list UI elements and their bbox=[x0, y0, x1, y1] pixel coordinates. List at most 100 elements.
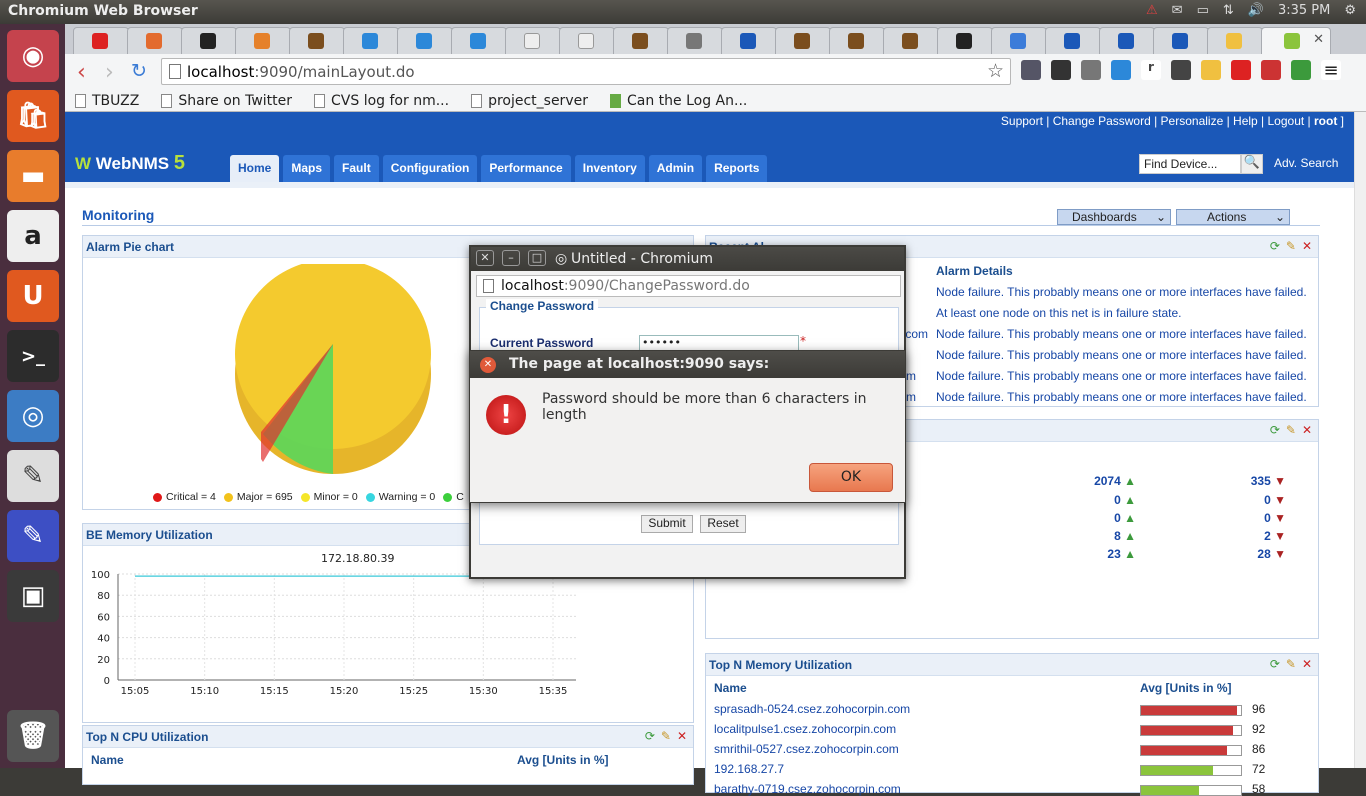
browser-tab[interactable] bbox=[991, 27, 1047, 54]
browser-tab[interactable] bbox=[1207, 27, 1263, 54]
clock[interactable]: 3:35 PM bbox=[1278, 3, 1330, 18]
refresh-icon[interactable]: ⟳ bbox=[1270, 657, 1280, 671]
browser-tab[interactable] bbox=[181, 27, 237, 54]
browser-tab[interactable] bbox=[937, 27, 993, 54]
edit-icon[interactable]: ✎ bbox=[1286, 239, 1296, 253]
dashboards-dropdown[interactable]: Dashboards ⌄ bbox=[1057, 209, 1171, 225]
ubuntu-dash-icon[interactable]: ◉ bbox=[7, 30, 59, 82]
reload-icon[interactable]: ↻ bbox=[131, 60, 147, 82]
amazon-icon[interactable]: a bbox=[7, 210, 59, 262]
tab-maps[interactable]: Maps bbox=[283, 155, 331, 182]
text-editor-icon[interactable]: ✎ bbox=[7, 450, 59, 502]
alarm-source-partial[interactable]: m bbox=[906, 390, 916, 404]
car-extension-icon[interactable] bbox=[1261, 60, 1281, 80]
tab-admin[interactable]: Admin bbox=[648, 155, 703, 182]
browser-tab[interactable] bbox=[829, 27, 885, 54]
browser-tab[interactable] bbox=[613, 27, 669, 54]
close-icon[interactable]: ✕ bbox=[1302, 239, 1312, 253]
minimize-window-icon[interactable]: – bbox=[502, 250, 520, 266]
browser-tab[interactable] bbox=[343, 27, 399, 54]
alarm-row[interactable]: Node failure. This probably means one or… bbox=[936, 390, 1307, 404]
settings-gear-icon[interactable]: ⚙ bbox=[1344, 3, 1356, 18]
browser-tab[interactable] bbox=[559, 27, 615, 54]
ok-button[interactable]: OK bbox=[809, 463, 893, 492]
bookmark-star-icon[interactable]: ☆ bbox=[987, 60, 1004, 82]
edit-icon[interactable]: ✎ bbox=[1286, 657, 1296, 671]
memory-row-name[interactable]: barathy-0719.csez.zohocorpin.com bbox=[714, 782, 901, 796]
back-icon[interactable]: ‹ bbox=[77, 60, 86, 85]
alarm-row[interactable]: At least one node on this net is in fail… bbox=[936, 306, 1181, 320]
top-links[interactable]: Support | Change Password | Personalize … bbox=[1001, 114, 1344, 128]
close-window-icon[interactable]: ✕ bbox=[476, 250, 494, 266]
bookmark-item[interactable]: Can the Log An... bbox=[609, 93, 747, 109]
browser-tab[interactable] bbox=[721, 27, 777, 54]
download-extension-icon[interactable] bbox=[1021, 60, 1041, 80]
close-icon[interactable]: ✕ bbox=[1302, 423, 1312, 437]
alarm-row[interactable]: Node failure. This probably means one or… bbox=[936, 369, 1307, 383]
battery-icon[interactable]: ▭ bbox=[1197, 3, 1209, 18]
trash-icon[interactable]: 🗑 bbox=[7, 710, 59, 762]
browser-tab[interactable] bbox=[235, 27, 291, 54]
browser-tab[interactable] bbox=[505, 27, 561, 54]
network-icon[interactable]: ⇅ bbox=[1223, 3, 1234, 18]
refresh-icon[interactable]: ⟳ bbox=[645, 729, 655, 743]
page-scrollbar[interactable] bbox=[1354, 112, 1366, 768]
browser-tab[interactable] bbox=[127, 27, 183, 54]
reset-button[interactable]: Reset bbox=[700, 515, 746, 533]
bookmark-item[interactable]: CVS log for nm... bbox=[314, 93, 449, 109]
maximize-window-icon[interactable]: □ bbox=[528, 250, 546, 266]
forward-icon[interactable]: › bbox=[105, 60, 114, 85]
search-icon[interactable]: 🔍 bbox=[1241, 154, 1263, 174]
close-icon[interactable]: ✕ bbox=[677, 729, 687, 743]
submit-button[interactable]: Submit bbox=[641, 515, 693, 533]
tab-performance[interactable]: Performance bbox=[481, 155, 571, 182]
bookmark-item[interactable]: TBUZZ bbox=[75, 93, 139, 109]
workspace-switcher-icon[interactable]: ▣ bbox=[7, 570, 59, 622]
notes-icon[interactable]: ✎ bbox=[7, 510, 59, 562]
browser-tab[interactable] bbox=[1099, 27, 1155, 54]
alarm-row[interactable]: Node failure. This probably means one or… bbox=[936, 285, 1307, 299]
tab-home[interactable]: Home bbox=[230, 155, 280, 182]
close-dialog-icon[interactable]: ✕ bbox=[480, 357, 496, 373]
memory-row-name[interactable]: 192.168.27.7 bbox=[714, 762, 784, 776]
edit-icon[interactable]: ✎ bbox=[661, 729, 671, 743]
tab-inventory[interactable]: Inventory bbox=[574, 155, 645, 182]
menu-icon[interactable]: ≡ bbox=[1321, 60, 1341, 81]
browser-tab[interactable] bbox=[73, 27, 129, 54]
edit-icon[interactable]: ✎ bbox=[1286, 423, 1296, 437]
browser-tab[interactable] bbox=[667, 27, 723, 54]
browser-tab[interactable] bbox=[775, 27, 831, 54]
ubuntu-one-icon[interactable]: U bbox=[7, 270, 59, 322]
software-center-icon[interactable]: 🛍 bbox=[7, 90, 59, 142]
mail-extension-icon[interactable] bbox=[1201, 60, 1221, 80]
opera-extension-icon[interactable] bbox=[1231, 60, 1251, 80]
volume-icon[interactable]: 🔊 bbox=[1248, 3, 1264, 18]
terminal-icon[interactable]: >_ bbox=[7, 330, 59, 382]
chromium-icon[interactable]: ◎ bbox=[7, 390, 59, 442]
browser-tab[interactable] bbox=[883, 27, 939, 54]
memory-row-name[interactable]: smrithil-0527.csez.zohocorpin.com bbox=[714, 742, 899, 756]
find-device-input[interactable]: Find Device... bbox=[1139, 154, 1241, 174]
checker-extension-icon[interactable] bbox=[1171, 60, 1191, 80]
browser-tab[interactable] bbox=[289, 27, 345, 54]
r-extension-icon[interactable]: r bbox=[1141, 60, 1161, 80]
browser-tab[interactable] bbox=[1045, 27, 1101, 54]
actions-dropdown[interactable]: Actions ⌄ bbox=[1176, 209, 1290, 225]
adv-search-link[interactable]: Adv. Search bbox=[1274, 156, 1338, 170]
tab-reports[interactable]: Reports bbox=[706, 155, 768, 182]
memory-row-name[interactable]: localitpulse1.csez.zohocorpin.com bbox=[714, 722, 896, 736]
alarm-source-partial[interactable]: m bbox=[906, 369, 916, 383]
browser-tab-active[interactable]: ✕ bbox=[1261, 27, 1331, 54]
files-icon[interactable]: ▬ bbox=[7, 150, 59, 202]
bookmark-item[interactable]: Share on Twitter bbox=[161, 93, 292, 109]
tab-fault[interactable]: Fault bbox=[334, 155, 379, 182]
address-bar[interactable]: localhost:9090/mainLayout.do ☆ bbox=[161, 58, 1011, 85]
close-tab-icon[interactable]: ✕ bbox=[1313, 32, 1324, 47]
warning-icon[interactable]: ⚠ bbox=[1146, 3, 1158, 18]
tab-configuration[interactable]: Configuration bbox=[382, 155, 478, 182]
lock-extension-icon[interactable] bbox=[1051, 60, 1071, 80]
green-extension-icon[interactable] bbox=[1291, 60, 1311, 80]
browser-tab[interactable] bbox=[1153, 27, 1209, 54]
bug-extension-icon[interactable] bbox=[1081, 60, 1101, 80]
screenshot-extension-icon[interactable] bbox=[1111, 60, 1131, 80]
